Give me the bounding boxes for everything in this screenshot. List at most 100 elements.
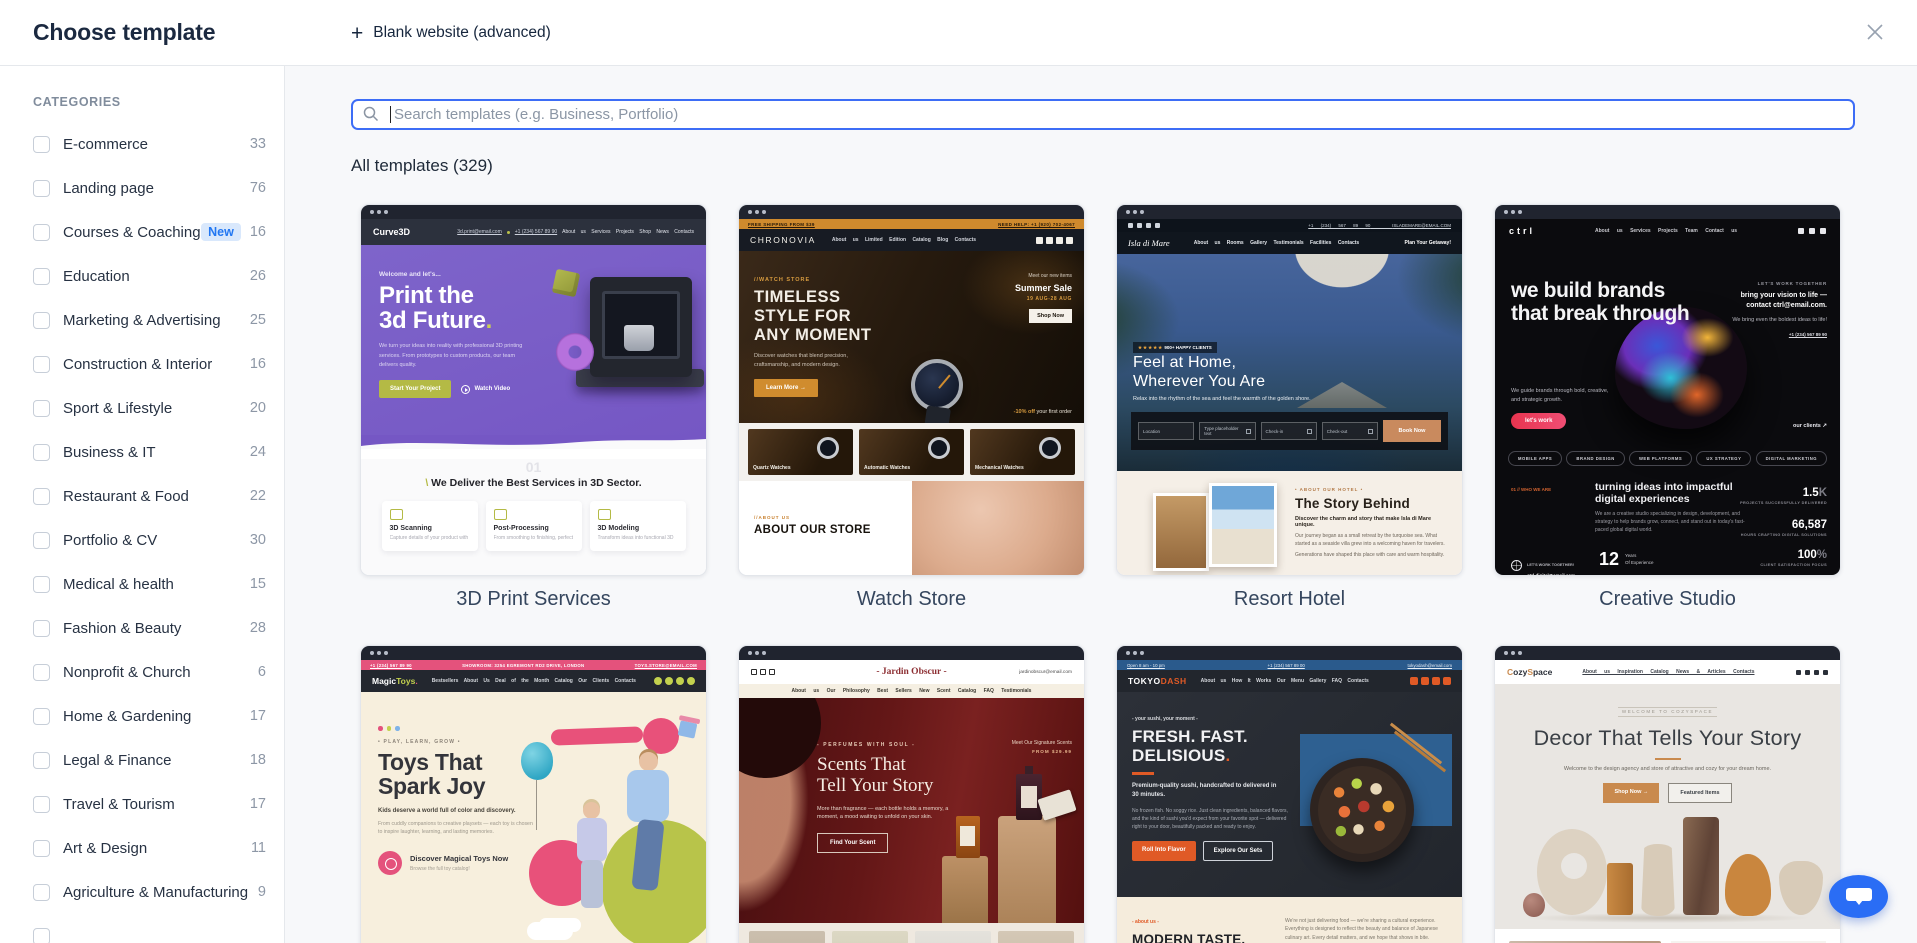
category-checkbox[interactable]	[33, 708, 50, 725]
template-card-3d-print-services[interactable]: Curve3D 3d.print@email.com +1 (234) 567 …	[360, 204, 707, 611]
category-checkbox[interactable]	[33, 488, 50, 505]
preview-contact-email: ctrl-digital@email.com	[1527, 573, 1575, 576]
preview-book-button: Book Now	[1383, 420, 1441, 442]
preview-address: SHOWROOM: 3254 EGREMONT RD2 DRIVE, LONDO…	[462, 663, 584, 668]
sidebar-item-art-design[interactable]: Art & Design11	[0, 826, 284, 870]
category-checkbox[interactable]	[33, 620, 50, 637]
preview-section-heading: turning ideas into impactful digital exp…	[1595, 481, 1745, 505]
play-icon	[461, 385, 470, 394]
sidebar-item-fashion-beauty[interactable]: Fashion & Beauty28	[0, 606, 284, 650]
category-checkbox[interactable]	[33, 796, 50, 813]
booking-field: Type placeholder text	[1199, 422, 1255, 440]
category-checkbox[interactable]	[33, 136, 50, 153]
preview-about-body: Our journey began as a small retreat by …	[1295, 532, 1447, 548]
blank-website-button[interactable]: + Blank website (advanced)	[351, 0, 551, 66]
sidebar-item-travel-tourism[interactable]: Travel & Tourism17	[0, 782, 284, 826]
preview-hours: Open 8 am - 10 pm	[1127, 663, 1165, 668]
template-preview: ctrl About us Services Projects Team Con…	[1494, 204, 1841, 576]
preview-cta-sub: Browse the full toy catalog!	[410, 866, 508, 872]
preview-eyebrow: WELCOME TO COZYSPACE	[1618, 707, 1717, 717]
feature-card: 3D ModelingTransform ideas into function…	[590, 501, 686, 551]
sidebar-item-construction-interior[interactable]: Construction & Interior16	[0, 342, 284, 386]
search-box[interactable]	[351, 99, 1855, 130]
text-caret	[390, 106, 391, 123]
category-checkbox[interactable]	[33, 664, 50, 681]
sidebar-item-ecommerce[interactable]: E-commerce33	[0, 122, 284, 166]
template-card-creative-studio[interactable]: ctrl About us Services Projects Team Con…	[1494, 204, 1841, 611]
watch-icon	[928, 437, 950, 459]
sidebar-item-nonprofit-church[interactable]: Nonprofit & Church6	[0, 650, 284, 694]
plus-icon: +	[351, 23, 363, 44]
templates-grid: Curve3D 3d.print@email.com +1 (234) 567 …	[360, 204, 1855, 943]
preview-about-sub: Discover the charm and story that make I…	[1295, 516, 1447, 528]
sidebar-item-restaurant-food[interactable]: Restaurant & Food22	[0, 474, 284, 518]
category-checkbox[interactable]	[33, 928, 50, 943]
preview-about-heading: The Story Behind	[1295, 496, 1447, 511]
category-checkbox[interactable]	[33, 752, 50, 769]
preview-about-heading: ABOUT OUR STORE	[754, 524, 912, 536]
browser-chrome	[1495, 646, 1840, 660]
sidebar-item-legal-finance[interactable]: Legal & Finance18	[0, 738, 284, 782]
preview-heading: TIMELESS STYLE FOR ANY MOMENT	[754, 288, 879, 345]
sidebar-item-partial[interactable]	[0, 914, 284, 943]
template-card-watch-store[interactable]: FREE SHIPPING FROM $39NEED HELP: +1 (920…	[738, 204, 1085, 611]
close-icon	[1866, 23, 1884, 41]
category-checkbox[interactable]	[33, 268, 50, 285]
browser-chrome	[361, 646, 706, 660]
preview-nav: About us Inspiration Catalog News & Arti…	[1582, 669, 1754, 675]
chat-bubble[interactable]	[1829, 875, 1888, 918]
template-card-decor-store[interactable]: CozySpace About us Inspiration Catalog N…	[1494, 645, 1841, 943]
preview-cta-button: Shop Now →	[1603, 783, 1659, 803]
browser-chrome	[1117, 646, 1462, 660]
preview-cta-button: let's work	[1511, 413, 1566, 429]
torus-art	[556, 333, 594, 371]
sidebar-item-portfolio-cv[interactable]: Portfolio & CV30	[0, 518, 284, 562]
product-thumb: Automatic Watches	[859, 429, 964, 475]
category-checkbox[interactable]	[33, 180, 50, 197]
preview-body: We turn your ideas into reality with pro…	[379, 342, 529, 370]
sidebar-item-education[interactable]: Education26	[0, 254, 284, 298]
category-checkbox[interactable]	[33, 884, 50, 901]
preview-eyebrow: ★★★★★ 900+ HAPPY CLIENTS	[1133, 342, 1217, 353]
sidebar-item-sport-lifestyle[interactable]: Sport & Lifestyle20	[0, 386, 284, 430]
product-thumb: Quartz Watches	[748, 429, 853, 475]
categories-list: E-commerce33 Landing page76 Courses & Co…	[0, 122, 284, 943]
preview-nav: About us Limited Edition Catalog Blog Co…	[832, 237, 976, 243]
sidebar-item-landing-page[interactable]: Landing page76	[0, 166, 284, 210]
category-checkbox[interactable]	[33, 312, 50, 329]
category-checkbox[interactable]	[33, 576, 50, 593]
sidebar-item-home-gardening[interactable]: Home & Gardening17	[0, 694, 284, 738]
preview-nav: About us Rooms Gallery Testimonials Faci…	[1194, 240, 1360, 246]
sidebar-item-courses-coaching[interactable]: Courses & CoachingNew16	[0, 210, 284, 254]
watch-strap-art	[923, 405, 951, 423]
sidebar-item-business-it[interactable]: Business & IT24	[0, 430, 284, 474]
choose-template-dialog: Choose template + Blank website (advance…	[0, 0, 1917, 943]
template-card-sushi-delivery[interactable]: Open 8 am - 10 pm +1 (234) 567 89 00 tok…	[1116, 645, 1463, 943]
template-card-toy-store[interactable]: +1 (234) 567 89 90 SHOWROOM: 3254 EGREMO…	[360, 645, 707, 943]
preview-right-eyebrow: LET'S WORK TOGETHER	[1729, 281, 1827, 286]
sidebar-item-marketing-advertising[interactable]: Marketing & Advertising25	[0, 298, 284, 342]
sidebar-item-agriculture-manufacturing[interactable]: Agriculture & Manufacturing9	[0, 870, 284, 914]
sidebar-item-medical-health[interactable]: Medical & health15	[0, 562, 284, 606]
watch-icon	[1039, 437, 1061, 459]
browser-chrome	[361, 205, 706, 219]
accent-rule	[1132, 772, 1154, 775]
search-input[interactable]	[351, 99, 1855, 130]
cube-art	[552, 269, 580, 297]
category-checkbox[interactable]	[33, 224, 50, 241]
category-checkbox[interactable]	[33, 400, 50, 417]
close-button[interactable]	[1857, 14, 1893, 50]
preview-heading: Scents ThatTell Your Story	[817, 754, 1084, 797]
category-checkbox[interactable]	[33, 532, 50, 549]
category-checkbox[interactable]	[33, 444, 50, 461]
gallery-thumb	[749, 931, 825, 943]
template-card-perfume-store[interactable]: - Jardin Obscur - jardinobscur@email.com…	[738, 645, 1085, 943]
template-card-resort-hotel[interactable]: +1 (234) 567 89 90 ISLADEMARE@EMAIL.COM …	[1116, 204, 1463, 611]
preview-phone: +1 (234) 567 89 90	[515, 229, 557, 235]
umbrella-art	[1287, 254, 1397, 294]
category-checkbox[interactable]	[33, 356, 50, 373]
dialog-header: Choose template + Blank website (advance…	[0, 0, 1917, 66]
preview-our-clients: our clients ↗	[1793, 423, 1827, 429]
category-checkbox[interactable]	[33, 840, 50, 857]
preview-body: Discover watches that blend precision, c…	[754, 352, 869, 370]
